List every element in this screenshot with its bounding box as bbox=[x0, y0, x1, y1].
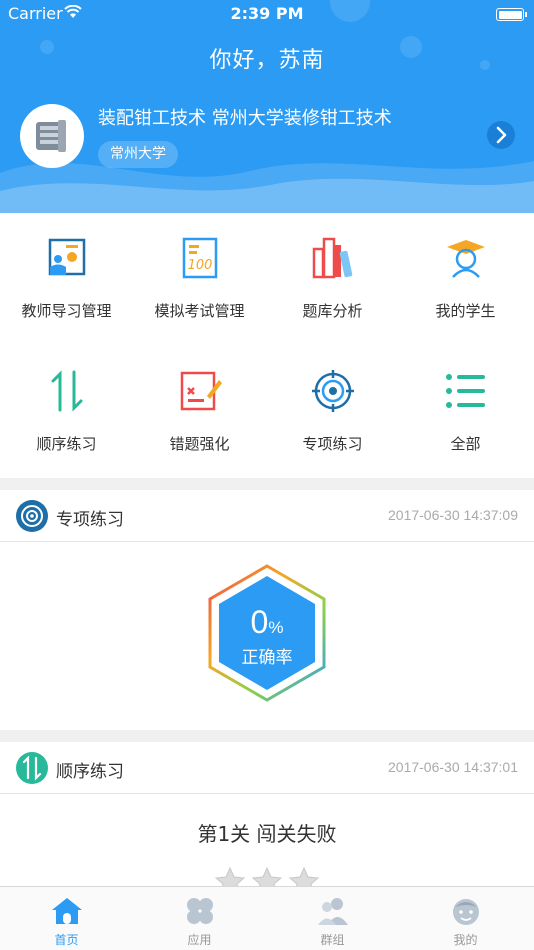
card-title: 专项练习 bbox=[56, 510, 124, 530]
card-title: 顺序练习 bbox=[56, 762, 124, 782]
special-practice-card[interactable]: 专项练习 2017-06-30 14:37:09 0% 正确率 bbox=[0, 490, 534, 730]
card-timestamp: 2017-06-30 14:37:09 bbox=[388, 507, 518, 523]
target-icon bbox=[312, 370, 354, 412]
battery-icon bbox=[496, 8, 527, 21]
tab-label: 首页 bbox=[54, 933, 79, 947]
card-header: 专项练习 2017-06-30 14:37:09 bbox=[0, 490, 534, 542]
grid-item-question-bank[interactable]: 题库分析 bbox=[266, 213, 399, 345]
sequence-arrows-icon bbox=[51, 370, 83, 412]
tab-label: 群组 bbox=[320, 933, 345, 947]
student-icon bbox=[447, 240, 485, 278]
school-badge: 常州大学 bbox=[98, 141, 178, 168]
tab-home[interactable]: 首页 bbox=[0, 887, 133, 950]
tab-label: 应用 bbox=[187, 933, 212, 947]
grid-label: 全部 bbox=[450, 435, 481, 453]
exam-paper-icon: 100 bbox=[182, 237, 218, 279]
teacher-board-icon bbox=[48, 238, 86, 276]
grid-label: 模拟考试管理 bbox=[154, 302, 245, 320]
grid-item-sequence-practice[interactable]: 顺序练习 bbox=[0, 346, 133, 478]
chevron-right-icon bbox=[496, 126, 507, 144]
function-grid: 教师导习管理 100 模拟考试管理 题库分析 我的学生 顺序练习 错题强化 专项… bbox=[0, 213, 534, 478]
card-header: 顺序练习 2017-06-30 14:37:01 bbox=[0, 742, 534, 794]
grid-label: 教师导习管理 bbox=[21, 302, 112, 320]
grid-label: 题库分析 bbox=[302, 302, 363, 320]
profile-header: Carrier 2:39 PM 你好，苏南 装配钳工技术 常州大学装修钳工技术 … bbox=[0, 0, 534, 213]
course-title: 装配钳工技术 常州大学装修钳工技术 bbox=[98, 108, 392, 129]
status-bar: Carrier 2:39 PM bbox=[0, 0, 534, 28]
list-icon bbox=[446, 374, 485, 408]
accuracy-label: 正确率 bbox=[241, 648, 293, 668]
card-timestamp: 2017-06-30 14:37:01 bbox=[388, 759, 518, 775]
grid-item-special-practice[interactable]: 专项练习 bbox=[266, 346, 399, 478]
header-detail-button[interactable] bbox=[487, 121, 515, 149]
target-icon bbox=[16, 500, 48, 532]
clover-apps-icon bbox=[187, 898, 213, 924]
grid-label: 我的学生 bbox=[435, 302, 496, 320]
grid-item-mock-exam[interactable]: 100 模拟考试管理 bbox=[133, 213, 266, 345]
home-icon bbox=[52, 898, 82, 924]
tab-label: 我的 bbox=[453, 933, 478, 947]
clock: 2:39 PM bbox=[230, 4, 304, 23]
profile-face-icon bbox=[453, 899, 479, 925]
book-stack-icon bbox=[36, 120, 66, 152]
tab-groups[interactable]: 群组 bbox=[266, 887, 399, 950]
tab-mine[interactable]: 我的 bbox=[399, 887, 532, 950]
sequence-practice-card[interactable]: 顺序练习 2017-06-30 14:37:01 第1关 闯关失败 bbox=[0, 742, 534, 894]
accuracy-unit: % bbox=[268, 618, 284, 637]
sequence-arrows-icon bbox=[16, 752, 48, 784]
svg-text:100: 100 bbox=[188, 258, 213, 273]
grid-item-all[interactable]: 全部 bbox=[399, 346, 532, 478]
course-avatar[interactable] bbox=[20, 104, 84, 168]
level-status: 第1关 闯关失败 bbox=[197, 822, 337, 846]
books-icon bbox=[312, 237, 353, 279]
accuracy-hexagon: 0% 正确率 bbox=[207, 564, 327, 702]
greeting-text: 你好，苏南 bbox=[209, 48, 325, 73]
grid-label: 错题强化 bbox=[169, 435, 230, 453]
tab-apps[interactable]: 应用 bbox=[133, 887, 266, 950]
grid-label: 顺序练习 bbox=[36, 435, 97, 453]
grid-item-wrong-answer[interactable]: 错题强化 bbox=[133, 346, 266, 478]
grid-item-my-students[interactable]: 我的学生 bbox=[399, 213, 532, 345]
tab-bar: 首页 应用 群组 我的 bbox=[0, 886, 534, 950]
wrong-answer-icon bbox=[180, 371, 222, 411]
home-screen: Carrier 2:39 PM 你好，苏南 装配钳工技术 常州大学装修钳工技术 … bbox=[0, 0, 534, 950]
grid-item-teacher-guide[interactable]: 教师导习管理 bbox=[0, 213, 133, 345]
group-icon bbox=[318, 898, 348, 925]
accuracy-value: 0 bbox=[250, 604, 269, 640]
grid-label: 专项练习 bbox=[302, 435, 363, 453]
